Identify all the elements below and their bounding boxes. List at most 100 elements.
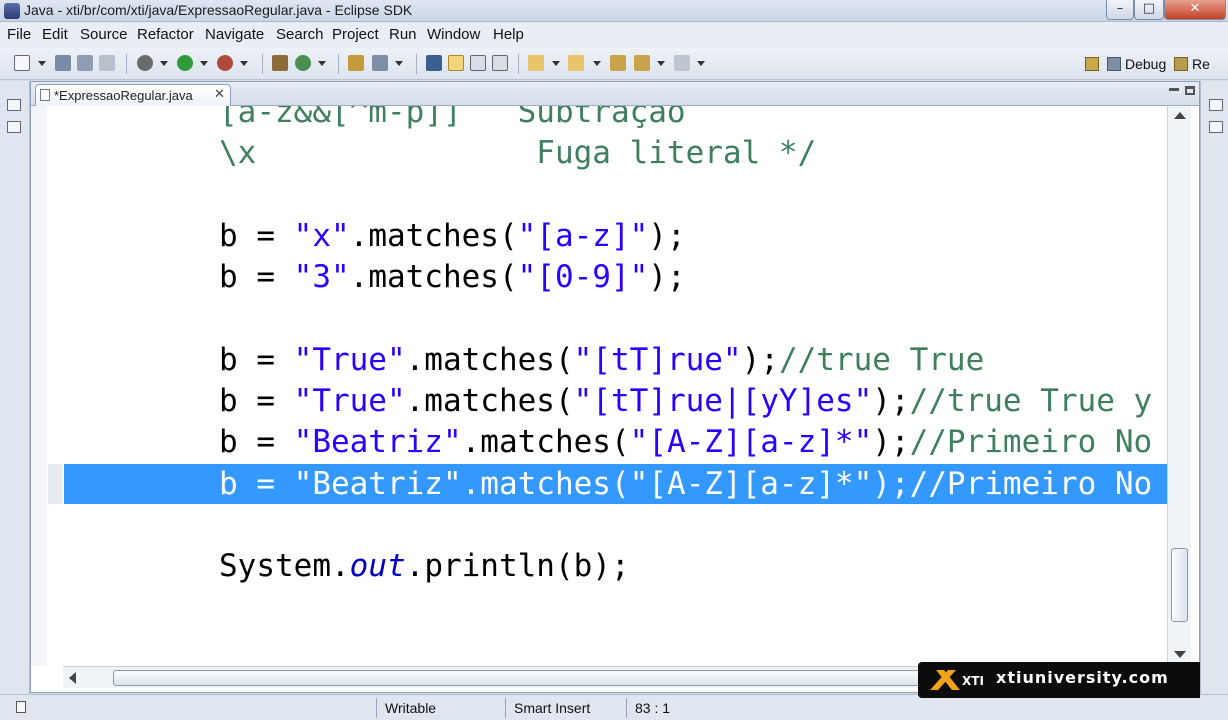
package-explorer-icon[interactable] <box>7 121 21 133</box>
vertical-scrollbar[interactable] <box>1167 106 1191 666</box>
xti-logo-text: XTI <box>962 674 984 688</box>
menu-refactor[interactable]: Refactor <box>137 26 194 43</box>
external-tools-dropdown-icon[interactable] <box>240 61 248 66</box>
code-token: .matches( <box>405 342 574 378</box>
toolbar-separator <box>262 54 263 74</box>
editor-tab-expressaoregular[interactable]: *ExpressaoRegular.java ✕ <box>35 84 231 106</box>
maximize-button[interactable]: □ <box>1134 0 1164 20</box>
menu-help[interactable]: Help <box>493 26 524 43</box>
debug-perspective-label[interactable]: Debug <box>1125 56 1166 72</box>
back-icon[interactable] <box>634 55 650 71</box>
new-java-class-icon[interactable] <box>295 55 311 71</box>
status-writable: Writable <box>385 700 437 716</box>
toggle-breadcrumb-icon[interactable] <box>426 55 442 71</box>
debug-icon[interactable] <box>137 55 153 71</box>
code-line[interactable]: System.out.println(b); <box>219 546 630 586</box>
close-button[interactable]: ✕ <box>1164 0 1226 20</box>
save-icon[interactable] <box>55 55 71 71</box>
minimize-button[interactable]: – <box>1106 0 1134 20</box>
minimize-editor-icon[interactable] <box>1169 88 1179 91</box>
vertical-scroll-thumb[interactable] <box>1171 548 1188 622</box>
code-token: "[A-Z][a-z]*" <box>629 466 873 502</box>
code-line[interactable]: b = "Beatriz".matches("[A-Z][a-z]*");//P… <box>219 422 1152 462</box>
scroll-down-arrow-icon[interactable] <box>1174 651 1186 658</box>
show-whitespace-icon[interactable] <box>492 55 508 71</box>
code-token: "[A-Z][a-z]*" <box>629 424 873 460</box>
code-token: .matches( <box>461 424 630 460</box>
menu-navigate[interactable]: Navigate <box>205 26 264 43</box>
print-icon[interactable] <box>99 55 115 71</box>
code-token: Fuga literal */ <box>536 135 817 171</box>
debug-perspective-icon[interactable] <box>1107 57 1121 71</box>
code-token: "[tT]rue|[yY]es" <box>573 383 873 419</box>
code-line[interactable]: [a-z&&[^m-p]] Subtração <box>219 106 686 132</box>
previous-annotation-icon[interactable] <box>568 55 584 71</box>
window-title: Java - xti/br/com/xti/java/ExpressaoRegu… <box>24 2 413 18</box>
open-task-icon[interactable] <box>372 55 388 71</box>
restore-outline-icon[interactable] <box>1209 99 1223 111</box>
code-line[interactable]: b = "True".matches("[tT]rue");//true Tru… <box>219 340 984 380</box>
horizontal-scroll-thumb[interactable] <box>113 670 973 686</box>
close-tab-icon[interactable]: ✕ <box>214 87 225 102</box>
run-dropdown-icon[interactable] <box>200 61 208 66</box>
scroll-left-arrow-icon[interactable] <box>69 672 76 684</box>
mark-occurrences-icon[interactable] <box>448 55 464 71</box>
new-java-project-icon[interactable] <box>272 55 288 71</box>
open-type-icon[interactable] <box>348 55 364 71</box>
menu-search[interactable]: Search <box>276 26 324 43</box>
open-perspective-icon[interactable] <box>1085 57 1099 71</box>
menu-source[interactable]: Source <box>80 26 128 43</box>
code-token: "Beatriz" <box>293 424 462 460</box>
code-token: .matches( <box>461 466 630 502</box>
forward-icon[interactable] <box>674 55 690 71</box>
eclipse-app-icon <box>4 3 20 19</box>
fast-view-icon[interactable] <box>16 701 26 713</box>
menu-window[interactable]: Window <box>427 26 480 43</box>
menu-edit[interactable]: Edit <box>42 26 68 43</box>
outline-view-icon[interactable] <box>1209 121 1223 133</box>
restore-view-icon[interactable] <box>7 99 21 111</box>
code-line[interactable]: b = "3".matches("[0-9]"); <box>219 257 686 297</box>
menu-project[interactable]: Project <box>332 26 379 43</box>
new-class-dropdown-icon[interactable] <box>318 61 326 66</box>
toolbar-separator <box>338 54 339 74</box>
open-task-dropdown-icon[interactable] <box>395 61 403 66</box>
save-all-icon[interactable] <box>77 55 93 71</box>
code-token: System. <box>219 548 350 584</box>
run-icon[interactable] <box>177 55 193 71</box>
debug-dropdown-icon[interactable] <box>160 61 168 66</box>
last-edit-location-icon[interactable] <box>610 55 626 71</box>
resource-perspective-label[interactable]: Re <box>1192 56 1210 72</box>
maximize-editor-icon[interactable] <box>1185 86 1195 95</box>
next-annotation-dropdown-icon[interactable] <box>552 61 560 66</box>
menu-file[interactable]: File <box>7 26 31 43</box>
code-token: b = <box>219 342 294 378</box>
status-cursor-position: 83 : 1 <box>635 700 671 716</box>
new-dropdown-icon[interactable] <box>38 61 46 66</box>
code-token: "Beatriz" <box>293 466 462 502</box>
forward-dropdown-icon[interactable] <box>697 61 705 66</box>
code-token: out <box>349 548 406 584</box>
code-line-selected[interactable]: b = "Beatriz".matches("[A-Z][a-z]*");//P… <box>219 464 1152 504</box>
back-dropdown-icon[interactable] <box>657 61 665 66</box>
block-selection-icon[interactable] <box>470 55 486 71</box>
scroll-up-arrow-icon[interactable] <box>1174 112 1186 119</box>
xti-logo-icon: XTI <box>930 670 984 690</box>
code-token: //Primeiro No <box>909 424 1153 460</box>
new-icon[interactable] <box>14 55 30 71</box>
code-token: "[a-z]" <box>517 218 649 254</box>
code-area[interactable]: [a-z&&[^m-p]] Subtração \x Fuga literal *… <box>31 106 1167 666</box>
code-token: .matches( <box>349 218 518 254</box>
code-line[interactable]: \x Fuga literal */ <box>219 133 816 173</box>
code-token: b = <box>219 466 294 502</box>
main-toolbar: Debug Re <box>0 48 1228 80</box>
next-annotation-icon[interactable] <box>528 55 544 71</box>
code-line[interactable]: b = "x".matches("[a-z]"); <box>219 216 686 256</box>
external-tools-icon[interactable] <box>217 55 233 71</box>
resource-perspective-icon[interactable] <box>1174 57 1188 71</box>
code-line[interactable]: b = "True".matches("[tT]rue|[yY]es");//t… <box>219 381 1152 421</box>
previous-annotation-dropdown-icon[interactable] <box>593 61 601 66</box>
menu-run[interactable]: Run <box>389 26 417 43</box>
code-token: b = <box>219 259 294 295</box>
status-separator <box>626 698 627 718</box>
